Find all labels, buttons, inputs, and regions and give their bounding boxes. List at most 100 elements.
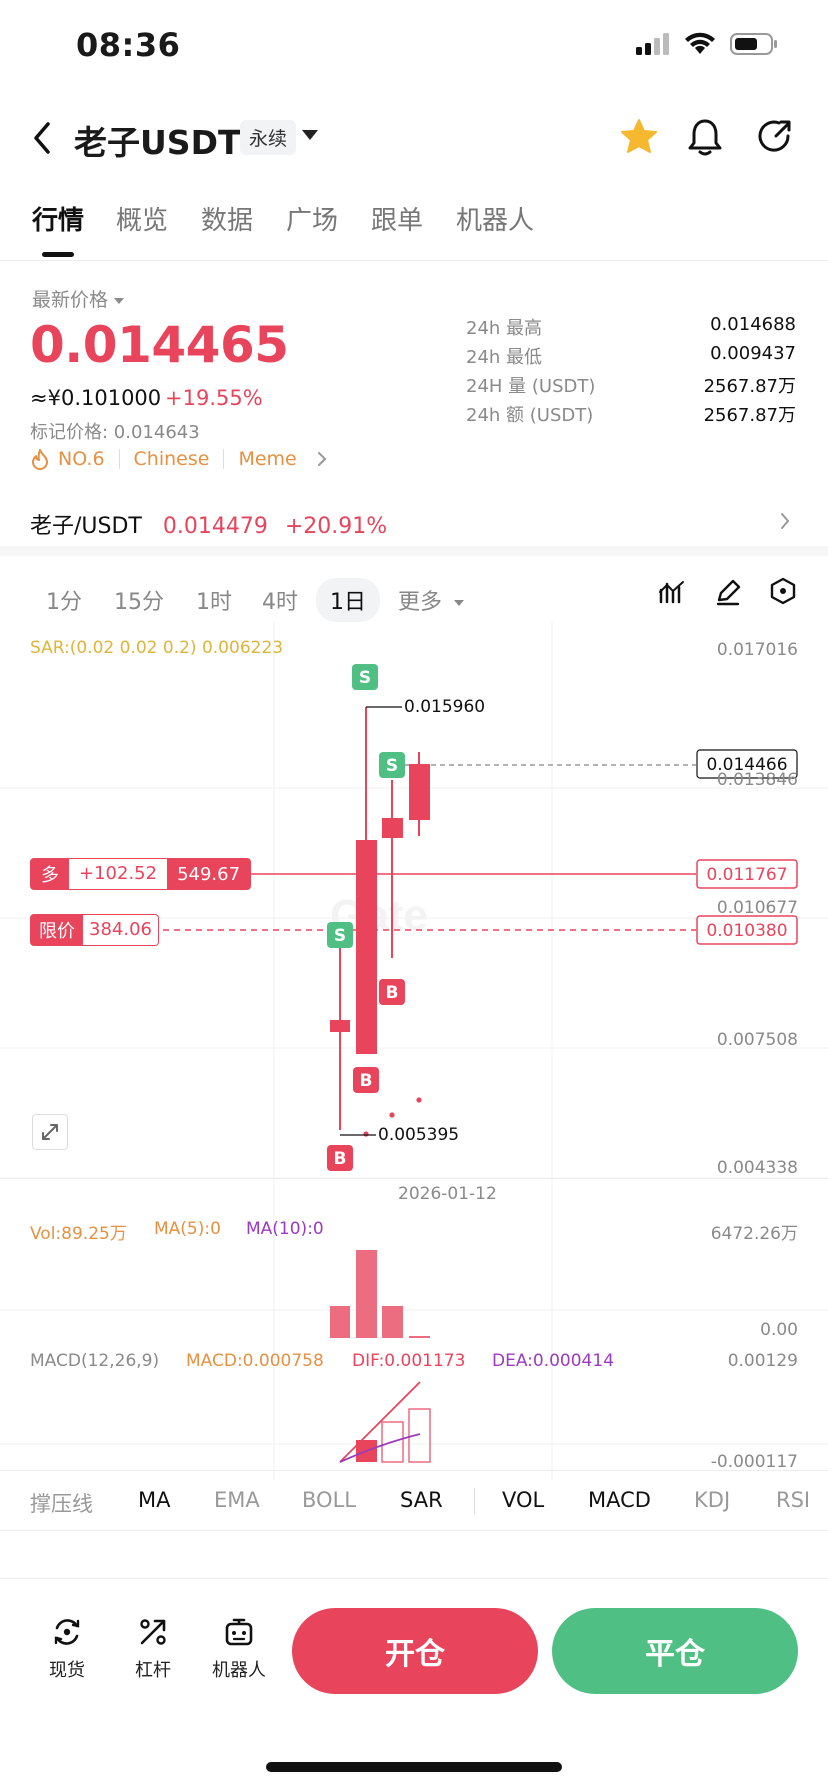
indicator-ma[interactable]: MA <box>138 1488 170 1512</box>
sar-indicator-label: SAR:(0.02 0.02 0.2) 0.006223 <box>30 638 284 658</box>
sar-dot <box>363 1131 369 1137</box>
tab-bots[interactable]: 机器人 <box>456 200 534 237</box>
macd-y-bottom: -0.000117 <box>710 1452 798 1472</box>
nav-leverage-label: 杠杆 <box>135 1660 171 1681</box>
buy-marker[interactable]: B <box>353 1067 379 1093</box>
timeframe-1h[interactable]: 1时 <box>182 578 246 622</box>
contract-type-badge: 永续 <box>240 120 297 155</box>
spot-pair-row[interactable]: 老子/USDT 0.014479 +20.91% <box>30 508 387 540</box>
share-icon[interactable] <box>754 116 796 158</box>
timeframe-4h[interactable]: 4时 <box>248 578 312 622</box>
macd-y-top: 0.00129 <box>727 1351 798 1371</box>
limit-order-size: 384.06 <box>83 915 158 945</box>
spot-pair-price: 0.014479 <box>162 514 268 539</box>
sell-marker[interactable]: S <box>379 752 405 778</box>
back-arrow-icon[interactable] <box>28 118 58 158</box>
contract-dropdown-icon[interactable] <box>302 130 318 140</box>
tab-overview[interactable]: 概览 <box>116 200 168 237</box>
vol-y-top: 6472.26万 <box>710 1224 798 1244</box>
close-position-button[interactable]: 平仓 <box>552 1608 798 1694</box>
position-badge[interactable]: 多 +102.52 549.67 <box>30 858 252 890</box>
position-side: 多 <box>41 865 59 886</box>
nav-spot[interactable]: 现货 <box>34 1614 100 1682</box>
tab-square[interactable]: 广场 <box>286 200 338 237</box>
position-size: 549.67 <box>177 863 241 885</box>
high-price-label: 0.015960 <box>404 697 485 717</box>
y-axis-label: 0.007508 <box>716 1030 798 1050</box>
tag-rank[interactable]: NO.6 <box>58 448 105 470</box>
y-axis-label: 0.010677 <box>716 898 798 918</box>
tab-copy-trading[interactable]: 跟单 <box>371 200 423 237</box>
chevron-right-icon[interactable] <box>315 450 329 468</box>
buy-marker[interactable]: B <box>379 979 405 1005</box>
low-price-label: 0.005395 <box>378 1125 459 1145</box>
macd-plot <box>339 1381 431 1463</box>
sell-marker[interactable]: S <box>352 664 378 690</box>
spot-pair-name: 老子/USDT <box>30 514 142 539</box>
timeframe-1d[interactable]: 1日 <box>316 578 380 622</box>
tag-row[interactable]: NO.6 Chinese Meme <box>30 448 329 470</box>
chevron-right-icon[interactable] <box>778 510 792 532</box>
limit-order-label: 限价 <box>39 921 75 942</box>
svg-text:S: S <box>359 668 371 688</box>
timeframe-1m[interactable]: 1分 <box>32 578 96 622</box>
indicator-separator <box>474 1488 475 1514</box>
limit-order-badge[interactable]: 限价 384.06 <box>30 914 159 946</box>
open-position-button[interactable]: 开仓 <box>292 1608 538 1694</box>
position-price-tag: 0.011767 <box>696 859 798 889</box>
timeframe-more-label: 更多 <box>398 590 443 615</box>
svg-text:S: S <box>386 756 398 776</box>
nav-bot[interactable]: 机器人 <box>206 1614 272 1682</box>
timeframe-15m[interactable]: 15分 <box>100 578 178 622</box>
indicator-vol[interactable]: VOL <box>502 1488 544 1512</box>
svg-text:S: S <box>334 926 346 946</box>
indicator-boll[interactable]: BOLL <box>302 1488 356 1512</box>
indicator-kdj[interactable]: KDJ <box>694 1488 730 1512</box>
y-axis-label: 0.017016 <box>716 640 798 660</box>
bell-icon[interactable] <box>684 116 726 158</box>
draw-pencil-icon[interactable] <box>714 578 742 606</box>
stat-value-low: 0.009437 <box>710 343 796 364</box>
vol-ma10: MA(10):0 <box>246 1219 324 1239</box>
indicator-ema[interactable]: EMA <box>214 1488 260 1512</box>
divider <box>0 1470 828 1471</box>
fullscreen-button[interactable] <box>32 1114 68 1150</box>
divider <box>0 1530 828 1531</box>
favorite-star-icon[interactable] <box>618 116 660 158</box>
home-indicator[interactable] <box>266 1762 562 1772</box>
stat-label-high: 24h 最高 <box>466 318 543 339</box>
indicator-sar[interactable]: SAR <box>400 1488 443 1512</box>
mark-price: 标记价格: 0.014643 <box>30 422 200 443</box>
x-axis-date: 2026-01-12 <box>398 1184 497 1204</box>
indicator-settings-icon[interactable] <box>658 578 686 606</box>
candle-body <box>356 840 377 1054</box>
tag-meme[interactable]: Meme <box>238 448 296 470</box>
contract-title[interactable]: 老子USDT <box>74 116 240 164</box>
y-axis-label: 0.004338 <box>716 1158 798 1178</box>
svg-text:0.011767: 0.011767 <box>706 865 787 885</box>
timeframe-more[interactable]: 更多 <box>384 578 478 622</box>
indicator-rsi[interactable]: RSI <box>776 1488 810 1512</box>
tag-separator <box>223 449 225 469</box>
macd-value: MACD:0.000758 <box>186 1351 324 1371</box>
dif-line <box>339 1381 421 1463</box>
tab-market[interactable]: 行情 <box>32 200 84 237</box>
leverage-icon <box>140 1619 166 1645</box>
candle-body <box>409 764 430 820</box>
tag-chinese[interactable]: Chinese <box>134 448 210 470</box>
nav-leverage[interactable]: 杠杆 <box>120 1614 186 1682</box>
buy-marker[interactable]: B <box>327 1145 353 1171</box>
indicator-macd[interactable]: MACD <box>588 1488 651 1512</box>
candle-body <box>330 1020 350 1032</box>
svg-text:0.010380: 0.010380 <box>706 921 787 941</box>
vol-ma5: MA(5):0 <box>154 1219 221 1239</box>
price-change: +19.55% <box>165 386 263 410</box>
tab-data[interactable]: 数据 <box>201 200 253 237</box>
wifi-icon <box>685 32 715 54</box>
latest-price-label[interactable]: 最新价格 <box>32 285 124 312</box>
stat-value-turnover: 2567.87万 <box>703 405 796 426</box>
chart-settings-hex-icon[interactable] <box>768 576 798 606</box>
indicator-support-resistance[interactable]: 撑压线 <box>30 1488 93 1518</box>
svg-text:B: B <box>360 1071 373 1091</box>
sell-marker[interactable]: S <box>327 922 353 948</box>
